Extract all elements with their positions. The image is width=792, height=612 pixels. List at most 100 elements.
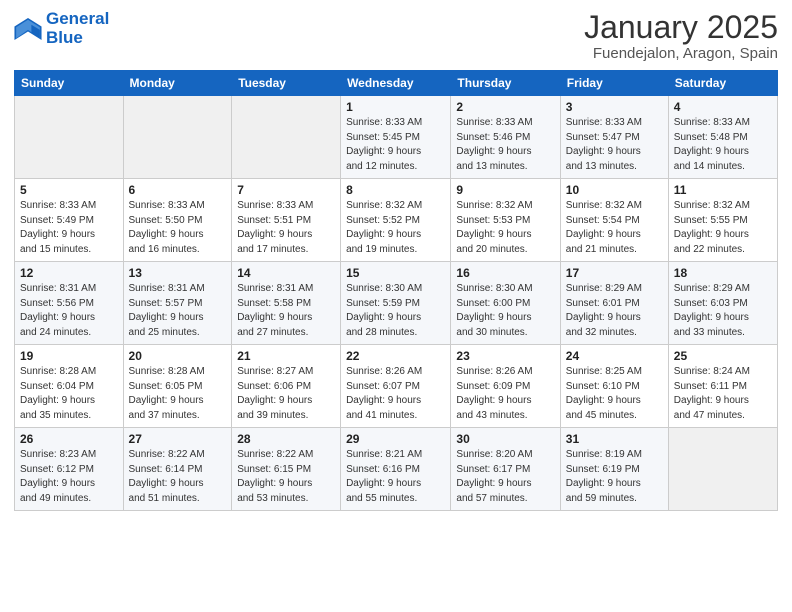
- day-info: Sunrise: 8:31 AM Sunset: 5:56 PM Dayligh…: [20, 282, 118, 340]
- day-info: Sunrise: 8:33 AM Sunset: 5:47 PM Dayligh…: [566, 116, 663, 174]
- subtitle: Fuendejalon, Aragon, Spain: [584, 45, 778, 62]
- day-info: Sunrise: 8:22 AM Sunset: 6:14 PM Dayligh…: [129, 448, 227, 506]
- calendar-cell: 15 Sunrise: 8:30 AM Sunset: 5:59 PM Dayli…: [341, 262, 451, 345]
- col-monday: Monday: [123, 71, 232, 96]
- day-number: 27: [129, 432, 227, 446]
- day-info: Sunrise: 8:33 AM Sunset: 5:49 PM Dayligh…: [20, 199, 118, 257]
- calendar-table: Sunday Monday Tuesday Wednesday Thursday…: [14, 70, 778, 511]
- day-number: 1: [346, 100, 445, 114]
- title-block: January 2025 Fuendejalon, Aragon, Spain: [584, 10, 778, 62]
- calendar-cell: 17 Sunrise: 8:29 AM Sunset: 6:01 PM Dayli…: [560, 262, 668, 345]
- calendar-cell: 29Sunrise: 8:21 AM Sunset: 6:16 PM Dayli…: [341, 428, 451, 511]
- calendar-cell: [123, 96, 232, 179]
- calendar-header-row: Sunday Monday Tuesday Wednesday Thursday…: [15, 71, 778, 96]
- day-info: Sunrise: 8:24 AM Sunset: 6:11 PM Dayligh…: [674, 365, 772, 423]
- day-number: 25: [674, 349, 772, 363]
- calendar-cell: 13Sunrise: 8:31 AM Sunset: 5:57 PM Dayli…: [123, 262, 232, 345]
- day-number: 8: [346, 183, 445, 197]
- day-number: 24: [566, 349, 663, 363]
- calendar-cell: 26 Sunrise: 8:23 AM Sunset: 6:12 PM Dayli…: [15, 428, 124, 511]
- day-info: Sunrise: 8:28 AM Sunset: 6:04 PM Dayligh…: [20, 365, 118, 423]
- day-number: 14: [237, 266, 335, 280]
- day-info: Sunrise: 8:30 AM Sunset: 5:59 PM Dayligh…: [346, 282, 445, 340]
- calendar-cell: 23Sunrise: 8:26 AM Sunset: 6:09 PM Dayli…: [451, 345, 560, 428]
- calendar-cell: 7 Sunrise: 8:33 AM Sunset: 5:51 PM Daylig…: [232, 179, 341, 262]
- day-number: 5: [20, 183, 118, 197]
- day-number: 10: [566, 183, 663, 197]
- day-info: Sunrise: 8:32 AM Sunset: 5:52 PM Dayligh…: [346, 199, 445, 257]
- day-info: Sunrise: 8:31 AM Sunset: 5:58 PM Dayligh…: [237, 282, 335, 340]
- logo: General Blue: [14, 10, 109, 47]
- calendar-cell: 2Sunrise: 8:33 AM Sunset: 5:46 PM Daylig…: [451, 96, 560, 179]
- day-number: 16: [456, 266, 554, 280]
- logo-icon: [14, 18, 42, 40]
- calendar-cell: 18Sunrise: 8:29 AM Sunset: 6:03 PM Dayli…: [668, 262, 777, 345]
- calendar-cell: 24 Sunrise: 8:25 AM Sunset: 6:10 PM Dayli…: [560, 345, 668, 428]
- calendar-cell: [15, 96, 124, 179]
- col-sunday: Sunday: [15, 71, 124, 96]
- day-number: 4: [674, 100, 772, 114]
- calendar-cell: 19 Sunrise: 8:28 AM Sunset: 6:04 PM Dayli…: [15, 345, 124, 428]
- calendar-cell: 12 Sunrise: 8:31 AM Sunset: 5:56 PM Dayli…: [15, 262, 124, 345]
- day-info: Sunrise: 8:32 AM Sunset: 5:53 PM Dayligh…: [456, 199, 554, 257]
- calendar-cell: 25 Sunrise: 8:24 AM Sunset: 6:11 PM Dayli…: [668, 345, 777, 428]
- day-info: Sunrise: 8:23 AM Sunset: 6:12 PM Dayligh…: [20, 448, 118, 506]
- day-number: 22: [346, 349, 445, 363]
- page: General Blue January 2025 Fuendejalon, A…: [0, 0, 792, 612]
- calendar-cell: 21Sunrise: 8:27 AM Sunset: 6:06 PM Dayli…: [232, 345, 341, 428]
- day-info: Sunrise: 8:21 AM Sunset: 6:16 PM Dayligh…: [346, 448, 445, 506]
- col-saturday: Saturday: [668, 71, 777, 96]
- day-number: 15: [346, 266, 445, 280]
- day-number: 2: [456, 100, 554, 114]
- day-info: Sunrise: 8:32 AM Sunset: 5:54 PM Dayligh…: [566, 199, 663, 257]
- day-number: 7: [237, 183, 335, 197]
- day-number: 31: [566, 432, 663, 446]
- calendar-week-row: 5 Sunrise: 8:33 AM Sunset: 5:49 PM Daylig…: [15, 179, 778, 262]
- day-number: 9: [456, 183, 554, 197]
- day-info: Sunrise: 8:33 AM Sunset: 5:51 PM Dayligh…: [237, 199, 335, 257]
- calendar-cell: [668, 428, 777, 511]
- calendar-cell: 22Sunrise: 8:26 AM Sunset: 6:07 PM Dayli…: [341, 345, 451, 428]
- day-info: Sunrise: 8:33 AM Sunset: 5:50 PM Dayligh…: [129, 199, 227, 257]
- calendar-cell: 30Sunrise: 8:20 AM Sunset: 6:17 PM Dayli…: [451, 428, 560, 511]
- calendar-cell: 3 Sunrise: 8:33 AM Sunset: 5:47 PM Daylig…: [560, 96, 668, 179]
- col-tuesday: Tuesday: [232, 71, 341, 96]
- day-number: 13: [129, 266, 227, 280]
- calendar-week-row: 12 Sunrise: 8:31 AM Sunset: 5:56 PM Dayli…: [15, 262, 778, 345]
- logo-text: General Blue: [46, 10, 109, 47]
- calendar-cell: 5 Sunrise: 8:33 AM Sunset: 5:49 PM Daylig…: [15, 179, 124, 262]
- day-info: Sunrise: 8:30 AM Sunset: 6:00 PM Dayligh…: [456, 282, 554, 340]
- day-number: 30: [456, 432, 554, 446]
- day-info: Sunrise: 8:32 AM Sunset: 5:55 PM Dayligh…: [674, 199, 772, 257]
- calendar-cell: 6 Sunrise: 8:33 AM Sunset: 5:50 PM Daylig…: [123, 179, 232, 262]
- day-number: 17: [566, 266, 663, 280]
- day-number: 20: [129, 349, 227, 363]
- day-number: 12: [20, 266, 118, 280]
- calendar-cell: 27 Sunrise: 8:22 AM Sunset: 6:14 PM Dayli…: [123, 428, 232, 511]
- calendar-cell: 16 Sunrise: 8:30 AM Sunset: 6:00 PM Dayli…: [451, 262, 560, 345]
- col-thursday: Thursday: [451, 71, 560, 96]
- calendar-week-row: 26 Sunrise: 8:23 AM Sunset: 6:12 PM Dayli…: [15, 428, 778, 511]
- day-info: Sunrise: 8:29 AM Sunset: 6:01 PM Dayligh…: [566, 282, 663, 340]
- calendar-cell: 20Sunrise: 8:28 AM Sunset: 6:05 PM Dayli…: [123, 345, 232, 428]
- day-number: 11: [674, 183, 772, 197]
- calendar-cell: 11 Sunrise: 8:32 AM Sunset: 5:55 PM Dayli…: [668, 179, 777, 262]
- day-info: Sunrise: 8:25 AM Sunset: 6:10 PM Dayligh…: [566, 365, 663, 423]
- col-friday: Friday: [560, 71, 668, 96]
- day-info: Sunrise: 8:33 AM Sunset: 5:45 PM Dayligh…: [346, 116, 445, 174]
- calendar-cell: 8 Sunrise: 8:32 AM Sunset: 5:52 PM Daylig…: [341, 179, 451, 262]
- main-title: January 2025: [584, 10, 778, 45]
- calendar-cell: 1 Sunrise: 8:33 AM Sunset: 5:45 PM Daylig…: [341, 96, 451, 179]
- day-number: 18: [674, 266, 772, 280]
- day-number: 26: [20, 432, 118, 446]
- day-number: 19: [20, 349, 118, 363]
- day-number: 28: [237, 432, 335, 446]
- day-number: 6: [129, 183, 227, 197]
- calendar-cell: 14 Sunrise: 8:31 AM Sunset: 5:58 PM Dayli…: [232, 262, 341, 345]
- day-number: 3: [566, 100, 663, 114]
- day-info: Sunrise: 8:22 AM Sunset: 6:15 PM Dayligh…: [237, 448, 335, 506]
- calendar-cell: [232, 96, 341, 179]
- day-info: Sunrise: 8:19 AM Sunset: 6:19 PM Dayligh…: [566, 448, 663, 506]
- header: General Blue January 2025 Fuendejalon, A…: [14, 10, 778, 62]
- day-info: Sunrise: 8:27 AM Sunset: 6:06 PM Dayligh…: [237, 365, 335, 423]
